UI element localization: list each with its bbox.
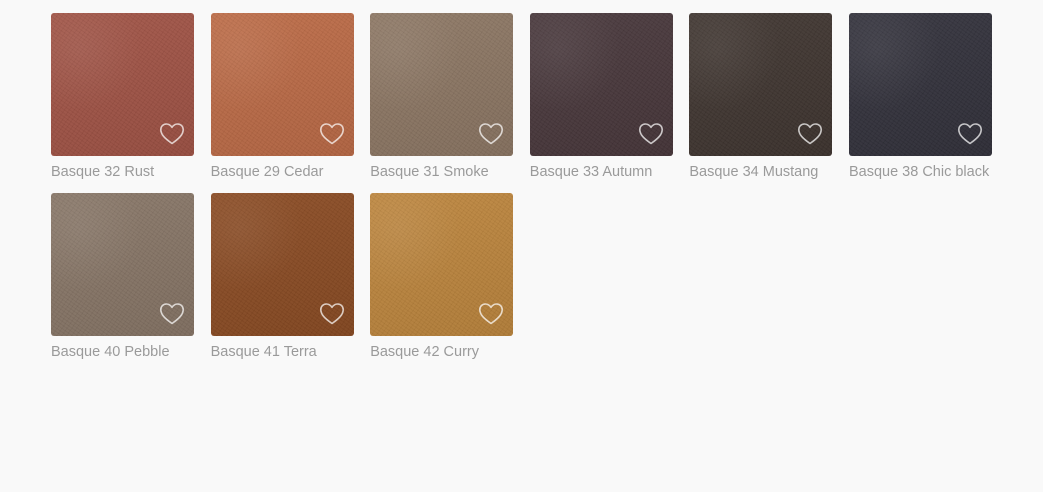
swatch-card[interactable]: Basque 42 Curry: [370, 193, 514, 361]
swatch-label: Basque 40 Pebble: [51, 344, 170, 360]
swatch-label: Basque 32 Rust: [51, 164, 155, 180]
swatch-label: Basque 34 Mustang: [689, 164, 819, 180]
heart-icon[interactable]: [957, 122, 983, 146]
swatch-image[interactable]: [370, 193, 514, 336]
swatch-image[interactable]: [210, 13, 354, 156]
swatch-image[interactable]: [51, 193, 194, 336]
swatch-card[interactable]: Basque 38 Chic black: [848, 13, 992, 181]
swatch-card[interactable]: Basque 33 Autumn: [529, 13, 673, 181]
swatch-label: Basque 41 Terra: [210, 344, 317, 360]
swatch-image[interactable]: [370, 13, 514, 156]
swatch-card[interactable]: Basque 29 Cedar: [210, 13, 354, 181]
heart-icon[interactable]: [797, 122, 823, 146]
swatch-image[interactable]: [210, 193, 354, 336]
swatch-image[interactable]: [51, 13, 194, 156]
swatch-grid: Basque 32 Rust Basque 29 Cedar Basque 31…: [51, 13, 992, 361]
heart-icon[interactable]: [319, 302, 345, 326]
swatch-label: Basque 42 Curry: [370, 344, 479, 360]
swatch-label: Basque 31 Smoke: [370, 164, 489, 180]
swatch-label: Basque 33 Autumn: [529, 164, 653, 180]
swatch-image[interactable]: [529, 13, 673, 156]
heart-icon[interactable]: [638, 122, 664, 146]
heart-icon[interactable]: [159, 122, 185, 146]
heart-icon[interactable]: [478, 302, 504, 326]
swatch-card[interactable]: Basque 41 Terra: [210, 193, 354, 361]
swatch-card[interactable]: Basque 32 Rust: [51, 13, 194, 181]
swatch-label: Basque 38 Chic black: [848, 164, 990, 180]
swatch-image[interactable]: [848, 13, 992, 156]
heart-icon[interactable]: [478, 122, 504, 146]
heart-icon[interactable]: [159, 302, 185, 326]
swatch-label: Basque 29 Cedar: [210, 164, 324, 180]
swatch-card[interactable]: Basque 34 Mustang: [689, 13, 833, 181]
swatch-image[interactable]: [689, 13, 833, 156]
heart-icon[interactable]: [319, 122, 345, 146]
swatch-card[interactable]: Basque 40 Pebble: [51, 193, 194, 361]
swatch-card[interactable]: Basque 31 Smoke: [370, 13, 514, 181]
